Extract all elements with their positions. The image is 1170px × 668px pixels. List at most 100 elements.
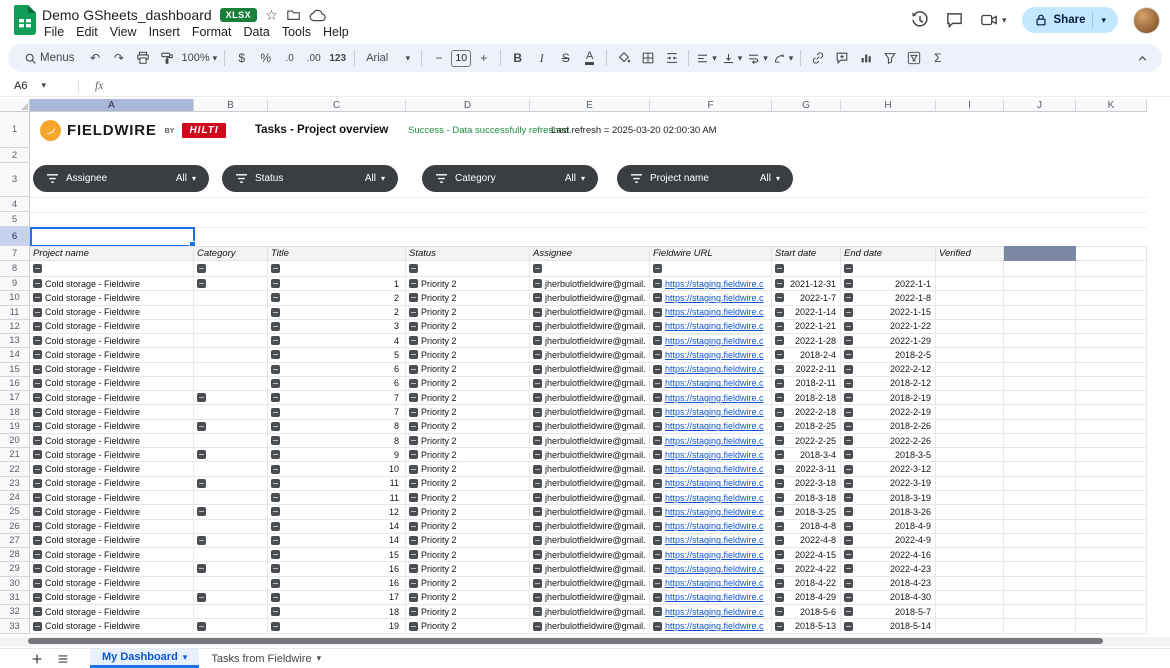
cell-assignee[interactable]: jherbulotfieldwire@gmail.	[530, 448, 650, 462]
cell-project[interactable]: Cold storage - Fieldwire	[30, 548, 194, 562]
google-sheets-logo-icon[interactable]	[14, 5, 36, 35]
strikethrough-button[interactable]: S	[554, 46, 577, 70]
row-header-17[interactable]: 17	[0, 391, 29, 405]
cell-start-date[interactable]: 2022-1-7	[772, 291, 841, 305]
undo-button[interactable]: ↶	[84, 46, 107, 70]
menu-item[interactable]: View	[104, 25, 143, 39]
bold-button[interactable]: B	[506, 46, 529, 70]
filter-pill[interactable]: Project name All	[617, 165, 793, 192]
cell-start-date[interactable]: 2022-4-15	[772, 548, 841, 562]
cell-start-date[interactable]: 2022-4-8	[772, 534, 841, 548]
cell-project[interactable]: Cold storage - Fieldwire	[30, 405, 194, 419]
cell[interactable]	[194, 261, 268, 277]
cell-start-date[interactable]: 2022-2-18	[772, 405, 841, 419]
cell-empty[interactable]	[1076, 605, 1147, 619]
cell-fieldwire-url[interactable]: https://staging.fieldwire.c	[650, 291, 772, 305]
row-header-16[interactable]: 16	[0, 377, 29, 391]
cell-assignee[interactable]: jherbulotfieldwire@gmail.	[530, 334, 650, 348]
cell-project[interactable]: Cold storage - Fieldwire	[30, 619, 194, 633]
column-header-E[interactable]: E	[530, 99, 650, 112]
cell-fieldwire-url[interactable]: https://staging.fieldwire.c	[650, 591, 772, 605]
cell-assignee[interactable]: jherbulotfieldwire@gmail.	[530, 520, 650, 534]
comments-icon[interactable]	[945, 11, 964, 30]
cell-start-date[interactable]: 2022-1-21	[772, 320, 841, 334]
cell-empty[interactable]	[1004, 491, 1076, 505]
filter-pill[interactable]: Assignee All	[33, 165, 209, 192]
cell-empty[interactable]	[1076, 591, 1147, 605]
cell-verified[interactable]	[936, 548, 1004, 562]
cell-start-date[interactable]: 2018-4-8	[772, 520, 841, 534]
cell-start-date[interactable]: 2018-5-6	[772, 605, 841, 619]
cell-fieldwire-url[interactable]: https://staging.fieldwire.c	[650, 548, 772, 562]
cell-empty[interactable]	[1004, 434, 1076, 448]
menu-item[interactable]: Help	[317, 25, 355, 39]
format-currency-button[interactable]: $	[230, 46, 253, 70]
cell-start-date[interactable]: 2022-1-28	[772, 334, 841, 348]
row-header-21[interactable]: 21	[0, 448, 29, 462]
borders-button[interactable]	[636, 46, 659, 70]
cell-status[interactable]: Priority 2	[406, 591, 530, 605]
cell-empty[interactable]	[1076, 505, 1147, 519]
cell-end-date[interactable]: 2018-4-23	[841, 577, 936, 591]
cell[interactable]	[406, 261, 530, 277]
cell-status[interactable]: Priority 2	[406, 520, 530, 534]
cell-end-date[interactable]: 2022-1-29	[841, 334, 936, 348]
cell-empty[interactable]	[1004, 477, 1076, 491]
cell[interactable]	[1076, 261, 1147, 277]
cell-title[interactable]: 16	[268, 562, 406, 576]
cell-empty[interactable]	[1004, 334, 1076, 348]
cell-project[interactable]: Cold storage - Fieldwire	[30, 377, 194, 391]
table-header-cell[interactable]: Project name	[30, 246, 194, 261]
sheet-tab-caret-icon[interactable]	[317, 654, 322, 663]
cell-status[interactable]: Priority 2	[406, 320, 530, 334]
cell-start-date[interactable]: 2018-4-29	[772, 591, 841, 605]
cell-verified[interactable]	[936, 577, 1004, 591]
cell-assignee[interactable]: jherbulotfieldwire@gmail.	[530, 377, 650, 391]
cell-fieldwire-url[interactable]: https://staging.fieldwire.c	[650, 306, 772, 320]
highlighted-cell-J7[interactable]	[1004, 246, 1076, 261]
cell-verified[interactable]	[936, 462, 1004, 476]
fill-color-button[interactable]	[612, 46, 635, 70]
cell-start-date[interactable]: 2018-3-18	[772, 491, 841, 505]
cell-assignee[interactable]: jherbulotfieldwire@gmail.	[530, 320, 650, 334]
cell-project[interactable]: Cold storage - Fieldwire	[30, 348, 194, 362]
cell-start-date[interactable]: 2018-2-18	[772, 391, 841, 405]
column-header-F[interactable]: F	[650, 99, 772, 112]
cell-end-date[interactable]: 2018-2-12	[841, 377, 936, 391]
cell-project[interactable]: Cold storage - Fieldwire	[30, 291, 194, 305]
redo-button[interactable]: ↷	[108, 46, 131, 70]
cell-status[interactable]: Priority 2	[406, 306, 530, 320]
cell-empty[interactable]	[1076, 434, 1147, 448]
cell-verified[interactable]	[936, 306, 1004, 320]
cell-end-date[interactable]: 2018-5-14	[841, 619, 936, 633]
cell-empty[interactable]	[1076, 619, 1147, 633]
cell-start-date[interactable]: 2018-2-25	[772, 420, 841, 434]
cell-verified[interactable]	[936, 420, 1004, 434]
row-header-20[interactable]: 20	[0, 434, 29, 448]
cell-assignee[interactable]: jherbulotfieldwire@gmail.	[530, 391, 650, 405]
merge-cells-button[interactable]	[660, 46, 683, 70]
create-filter-button[interactable]	[878, 46, 901, 70]
cell-status[interactable]: Priority 2	[406, 491, 530, 505]
cell-title[interactable]: 17	[268, 591, 406, 605]
cell-empty[interactable]	[1076, 363, 1147, 377]
column-header-I[interactable]: I	[936, 99, 1004, 112]
row-header-26[interactable]: 26	[0, 520, 29, 534]
cell-start-date[interactable]: 2018-4-22	[772, 577, 841, 591]
cell-category[interactable]	[194, 277, 268, 291]
menu-item[interactable]: File	[38, 25, 70, 39]
cell-end-date[interactable]: 2022-1-22	[841, 320, 936, 334]
cell-project[interactable]: Cold storage - Fieldwire	[30, 477, 194, 491]
format-percent-button[interactable]: %	[254, 46, 277, 70]
sheet-tab-tasks-from-fieldwire[interactable]: Tasks from Fieldwire	[199, 649, 333, 668]
cell-fieldwire-url[interactable]: https://staging.fieldwire.c	[650, 348, 772, 362]
cell-fieldwire-url[interactable]: https://staging.fieldwire.c	[650, 462, 772, 476]
cell-category[interactable]	[194, 477, 268, 491]
cell-title[interactable]: 6	[268, 363, 406, 377]
cell-project[interactable]: Cold storage - Fieldwire	[30, 277, 194, 291]
cell-fieldwire-url[interactable]: https://staging.fieldwire.c	[650, 405, 772, 419]
cell-assignee[interactable]: jherbulotfieldwire@gmail.	[530, 405, 650, 419]
filter-pill[interactable]: Category All	[422, 165, 598, 192]
meet-button[interactable]	[979, 11, 1007, 29]
menus-search-button[interactable]: Menus	[16, 46, 83, 70]
